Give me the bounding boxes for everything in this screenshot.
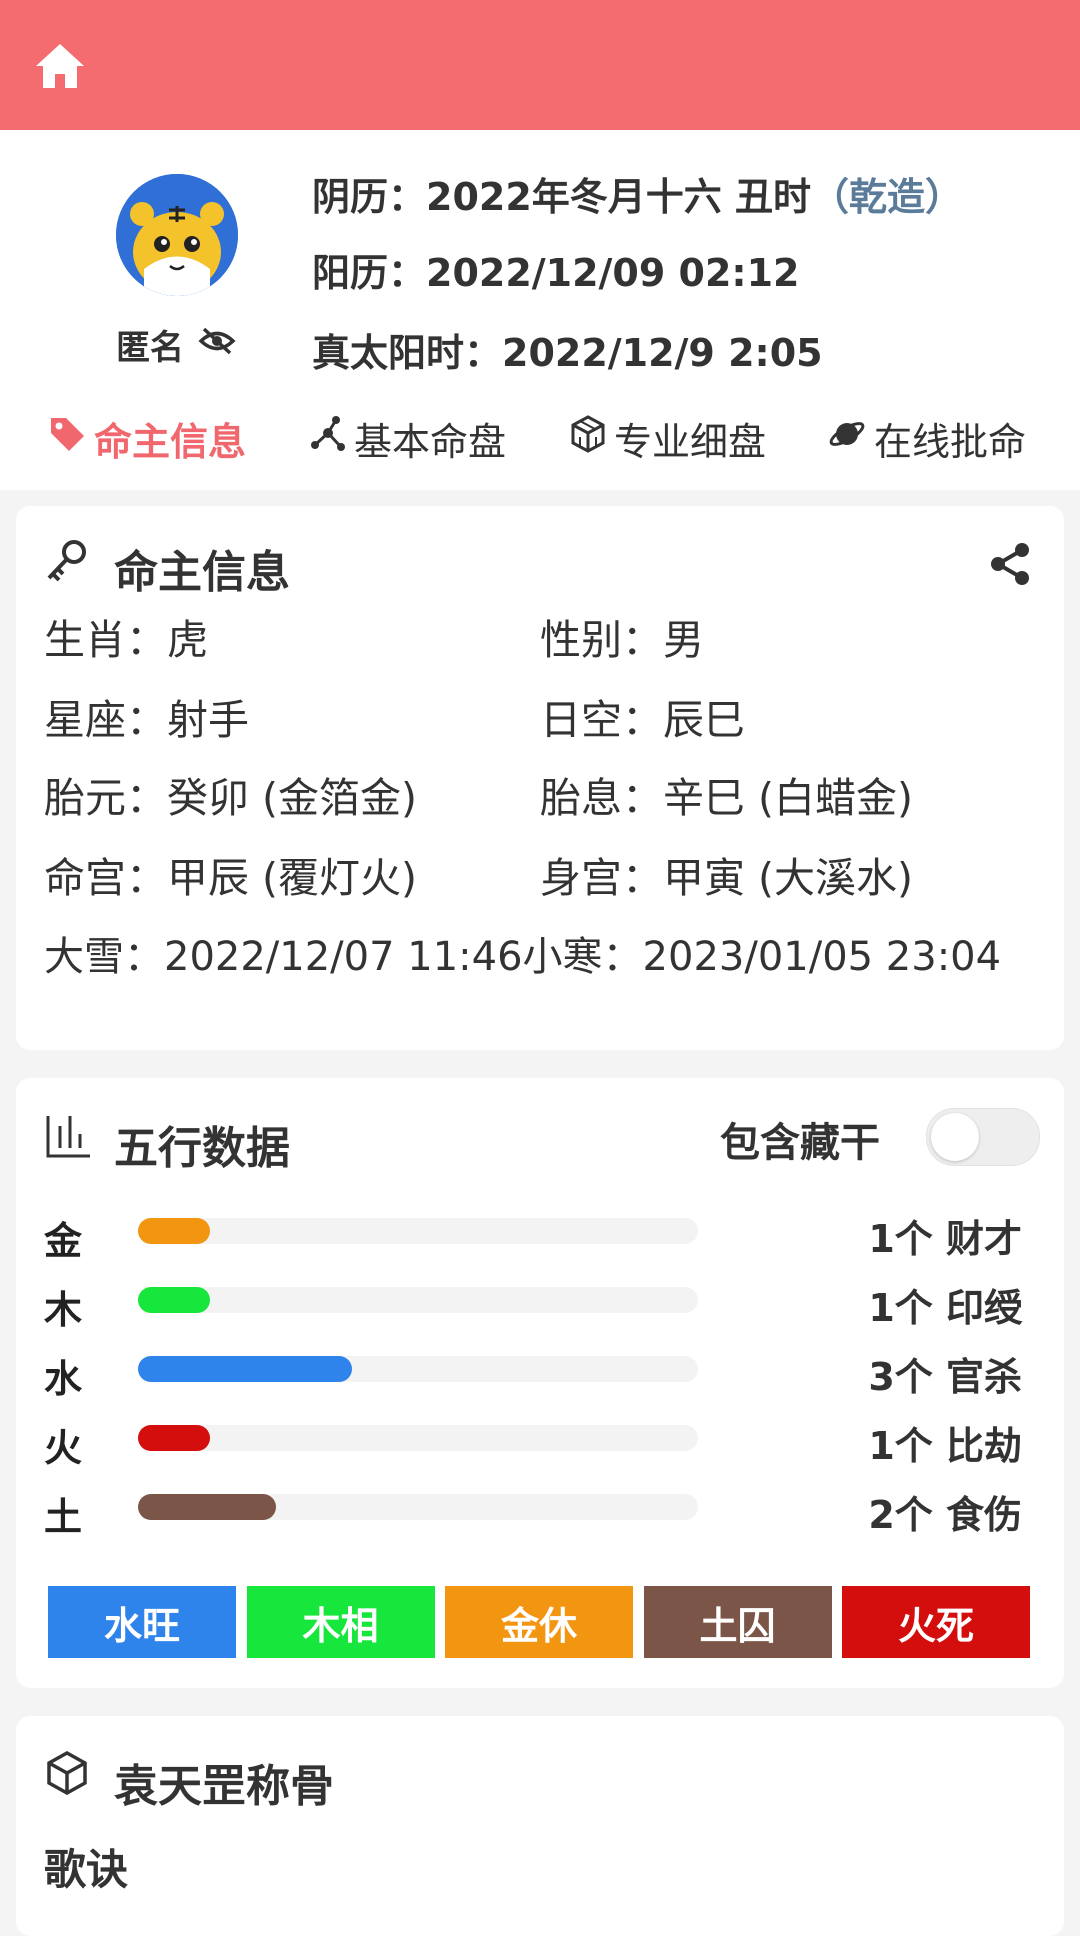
zodiac-value: 生肖：虎	[44, 616, 208, 664]
toggle-knob	[931, 1113, 979, 1161]
eye-slash-icon[interactable]	[198, 325, 236, 365]
taiyuan-value: 胎元：癸卯 (金箔金)	[44, 774, 418, 822]
element-label: 土	[44, 1495, 83, 1539]
element-bar-fill	[138, 1494, 276, 1520]
planet-icon	[828, 415, 866, 462]
gender-tag: （乾造）	[811, 175, 964, 219]
lunar-date-text: 阴历：2022年冬月十六 丑时	[312, 175, 811, 219]
term-xiaohan: 小寒：2023/01/05 23:04	[522, 934, 1002, 980]
profile-header: 匿名 阴历：2022年冬月十六 丑时（乾造） 阳历：2022/12/09 02:…	[0, 130, 1080, 490]
owner-info-card: 命主信息 生肖：虎 性别：男 星座：射手 日空：辰巳 胎元：癸卯 (金箔金) 胎…	[16, 506, 1064, 1050]
element-bar-track	[138, 1494, 698, 1520]
element-state-badge: 金休	[445, 1586, 633, 1658]
constellation-value: 星座：射手	[44, 696, 249, 744]
element-bar-fill	[138, 1356, 352, 1382]
lunar-date: 阴历：2022年冬月十六 丑时（乾造）	[312, 166, 963, 221]
tab-online-reading-label: 在线批命	[874, 419, 1027, 464]
five-elements-title: 五行数据	[114, 1123, 290, 1174]
verse-subtitle: 歌诀	[44, 1845, 129, 1894]
element-state-badge: 火死	[842, 1586, 1030, 1658]
bone-weight-card: 袁天罡称骨 歌诀	[16, 1716, 1064, 1936]
share-icon[interactable]	[986, 540, 1034, 592]
anonymous-label: 匿名	[116, 328, 184, 368]
minggong-value: 命宫：甲辰 (覆灯火)	[44, 854, 418, 902]
element-count: 1个 印绶	[868, 1286, 1022, 1330]
nodes-icon	[310, 415, 346, 462]
element-count: 3个 官杀	[868, 1355, 1022, 1399]
element-bar-track	[138, 1356, 698, 1382]
cubes-icon	[570, 414, 606, 462]
top-bar	[0, 0, 1080, 130]
tab-online-reading[interactable]: 在线批命	[828, 408, 1026, 468]
element-label: 木	[44, 1288, 83, 1332]
hidden-stems-toggle[interactable]	[926, 1108, 1040, 1166]
hidden-stems-label: 包含藏干	[720, 1120, 880, 1166]
element-count: 2个 食伤	[868, 1493, 1022, 1537]
cube-icon	[44, 1750, 90, 1800]
tab-bar: 命主信息 基本命盘 专业细盘 在线批命	[0, 408, 1080, 468]
solar-date: 阳历：2022/12/09 02:12	[312, 251, 800, 295]
tag-icon	[48, 415, 86, 462]
bone-weight-title: 袁天罡称骨	[114, 1761, 334, 1812]
tab-pro-chart-label: 专业细盘	[614, 419, 767, 464]
tab-basic-chart[interactable]: 基本命盘	[310, 408, 506, 468]
element-bar-fill	[138, 1287, 210, 1313]
tab-owner-info[interactable]: 命主信息	[48, 408, 246, 468]
element-bar-track	[138, 1218, 698, 1244]
element-state-badge: 木相	[246, 1586, 435, 1658]
gender-value: 性别：男	[540, 616, 704, 664]
element-bar-track	[138, 1425, 698, 1451]
element-count: 1个 比劫	[868, 1424, 1022, 1468]
element-label: 水	[44, 1357, 83, 1401]
owner-info-title: 命主信息	[114, 547, 290, 598]
element-label: 金	[44, 1219, 83, 1263]
key-icon	[44, 538, 90, 588]
element-label: 火	[44, 1426, 83, 1470]
element-bar-fill	[138, 1218, 210, 1244]
element-bar-fill	[138, 1425, 210, 1451]
true-solar-time: 真太阳时：2022/12/9 2:05	[312, 331, 823, 375]
element-bar-track	[138, 1287, 698, 1313]
home-icon[interactable]	[32, 38, 88, 94]
element-count: 1个 财才	[868, 1217, 1022, 1261]
term-daxue: 大雪：2022/12/07 11:46	[44, 934, 523, 980]
taixi-value: 胎息：辛巳 (白蜡金)	[540, 774, 914, 822]
five-elements-card: 五行数据 包含藏干 金 1个 财才木 1个 印绶水 3个 官杀火 1个 比劫土 2个 食伤…	[16, 1078, 1064, 1688]
avatar[interactable]	[116, 174, 238, 296]
tab-basic-chart-label: 基本命盘	[354, 419, 507, 464]
tab-owner-info-label: 命主信息	[94, 419, 247, 464]
shengong-value: 身宫：甲寅 (大溪水)	[540, 854, 914, 902]
tab-pro-chart[interactable]: 专业细盘	[570, 408, 766, 468]
element-state-badge: 土囚	[643, 1586, 832, 1658]
element-state-badge: 水旺	[48, 1586, 236, 1658]
bar-chart-icon	[44, 1112, 92, 1164]
anonymous-toggle[interactable]: 匿名	[116, 320, 236, 369]
day-void-value: 日空：辰巳	[540, 696, 745, 744]
solar-terms: 大雪：2022/12/07 11:46小寒：2023/01/05 23:04	[44, 924, 1001, 982]
